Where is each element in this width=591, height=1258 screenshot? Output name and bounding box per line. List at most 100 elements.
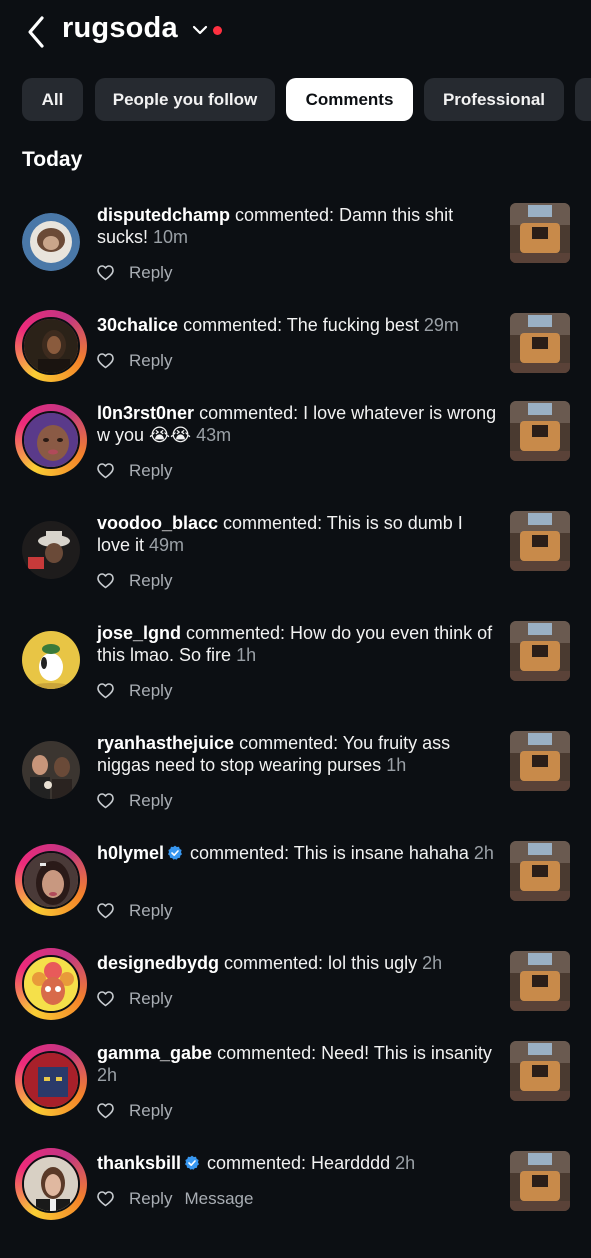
reply-button[interactable]: Reply	[129, 461, 172, 481]
chip-professional[interactable]: Professional	[424, 78, 564, 121]
notification-row[interactable]: ryanhasthejuice commented: You fruity as…	[0, 728, 591, 838]
heart-icon[interactable]	[97, 1191, 114, 1207]
comment-actions: Reply	[97, 680, 172, 702]
heart-icon[interactable]	[97, 573, 114, 589]
avatar[interactable]	[15, 1148, 87, 1220]
avatar[interactable]	[15, 514, 87, 586]
comment-text: h0lymel commented: This is insane hahaha…	[97, 842, 497, 864]
comment-body: commented: Need! This is insanity	[212, 1043, 492, 1063]
timestamp: 2h	[422, 953, 443, 973]
verified-badge-icon	[168, 845, 183, 860]
comment-text: disputedchamp commented: Damn this shit …	[97, 204, 497, 248]
heart-icon[interactable]	[97, 991, 114, 1007]
heart-icon[interactable]	[97, 463, 114, 479]
post-thumbnail[interactable]	[510, 203, 570, 263]
avatar-image	[22, 741, 80, 799]
comment-text: gamma_gabe commented: Need! This is insa…	[97, 1042, 497, 1086]
timestamp: 49m	[149, 535, 185, 555]
chevron-down-icon[interactable]	[192, 24, 208, 36]
post-thumbnail[interactable]	[510, 313, 570, 373]
username[interactable]: ryanhasthejuice	[97, 733, 234, 753]
avatar[interactable]	[15, 948, 87, 1020]
username[interactable]: thanksbill	[97, 1153, 181, 1173]
comment-actions: Reply	[97, 988, 172, 1010]
reply-button[interactable]: Reply	[129, 681, 172, 701]
avatar-image	[22, 631, 80, 689]
timestamp: 1h	[386, 755, 407, 775]
timestamp: 2h	[395, 1153, 416, 1173]
username[interactable]: l0n3rst0ner	[97, 403, 194, 423]
account-name[interactable]: rugsoda	[62, 12, 178, 45]
avatar[interactable]	[15, 844, 87, 916]
notification-row[interactable]: l0n3rst0ner commented: I love whatever i…	[0, 398, 591, 508]
back-arrow-icon[interactable]	[22, 14, 52, 50]
section-title-today: Today	[22, 148, 83, 171]
heart-icon[interactable]	[97, 353, 114, 369]
username[interactable]: jose_lgnd	[97, 623, 181, 643]
comment-body: commented: lol this ugly	[219, 953, 423, 973]
username[interactable]: designedbydg	[97, 953, 219, 973]
verified-badge-icon	[185, 1155, 200, 1170]
post-thumbnail[interactable]	[510, 841, 570, 901]
timestamp: 29m	[423, 315, 459, 335]
post-thumbnail[interactable]	[510, 731, 570, 791]
comment-text: thanksbill commented: Heardddd 2h	[97, 1152, 497, 1174]
avatar[interactable]	[15, 310, 87, 382]
comment-actions: Reply	[97, 900, 172, 922]
chip-people-you-follow[interactable]: People you follow	[95, 78, 275, 121]
chip-more[interactable]	[575, 78, 591, 121]
post-thumbnail[interactable]	[510, 1151, 570, 1211]
notification-row[interactable]: h0lymel commented: This is insane hahaha…	[0, 838, 591, 948]
post-thumbnail[interactable]	[510, 511, 570, 571]
reply-button[interactable]: Reply	[129, 1101, 172, 1121]
post-thumbnail[interactable]	[510, 1041, 570, 1101]
username[interactable]: 30chalice	[97, 315, 178, 335]
notification-dot	[213, 26, 222, 35]
username[interactable]: h0lymel	[97, 843, 164, 863]
reply-button[interactable]: Reply	[129, 791, 172, 811]
comment-body: commented: Heardddd	[202, 1153, 396, 1173]
comment-actions: Reply Message	[97, 1188, 253, 1210]
heart-icon[interactable]	[97, 265, 114, 281]
top-bar: rugsoda	[0, 0, 591, 64]
reply-button[interactable]: Reply	[129, 263, 172, 283]
message-button[interactable]: Message	[184, 1189, 253, 1209]
chip-comments[interactable]: Comments	[286, 78, 413, 121]
heart-icon[interactable]	[97, 683, 114, 699]
reply-button[interactable]: Reply	[129, 571, 172, 591]
avatar-image	[22, 851, 80, 909]
avatar[interactable]	[15, 404, 87, 476]
reply-button[interactable]: Reply	[129, 351, 172, 371]
avatar-image	[22, 213, 80, 271]
avatar-image	[22, 411, 80, 469]
notification-row[interactable]: gamma_gabe commented: Need! This is insa…	[0, 1038, 591, 1148]
notification-row[interactable]: disputedchamp commented: Damn this shit …	[0, 200, 591, 310]
avatar-image	[22, 1155, 80, 1213]
chip-all[interactable]: All	[22, 78, 83, 121]
username[interactable]: gamma_gabe	[97, 1043, 212, 1063]
heart-icon[interactable]	[97, 793, 114, 809]
notification-row[interactable]: thanksbill commented: Heardddd 2h Reply Me…	[0, 1148, 591, 1258]
post-thumbnail[interactable]	[510, 401, 570, 461]
post-thumbnail[interactable]	[510, 951, 570, 1011]
avatar[interactable]	[15, 206, 87, 278]
reply-button[interactable]: Reply	[129, 901, 172, 921]
reply-button[interactable]: Reply	[129, 1189, 172, 1209]
username[interactable]: voodoo_blacc	[97, 513, 218, 533]
avatar-image	[22, 955, 80, 1013]
heart-icon[interactable]	[97, 903, 114, 919]
avatar[interactable]	[15, 1044, 87, 1116]
post-thumbnail[interactable]	[510, 621, 570, 681]
avatar[interactable]	[15, 734, 87, 806]
reply-button[interactable]: Reply	[129, 989, 172, 1009]
username[interactable]: disputedchamp	[97, 205, 230, 225]
timestamp: 43m	[196, 425, 232, 445]
heart-icon[interactable]	[97, 1103, 114, 1119]
notification-row[interactable]: jose_lgnd commented: How do you even thi…	[0, 618, 591, 728]
filter-chips: All People you follow Comments Professio…	[22, 78, 591, 121]
comment-body: commented: The fucking best	[178, 315, 424, 335]
avatar-image	[22, 317, 80, 375]
avatar[interactable]	[15, 624, 87, 696]
notification-row[interactable]: voodoo_blacc commented: This is so dumb …	[0, 508, 591, 618]
timestamp: 1h	[236, 645, 257, 665]
